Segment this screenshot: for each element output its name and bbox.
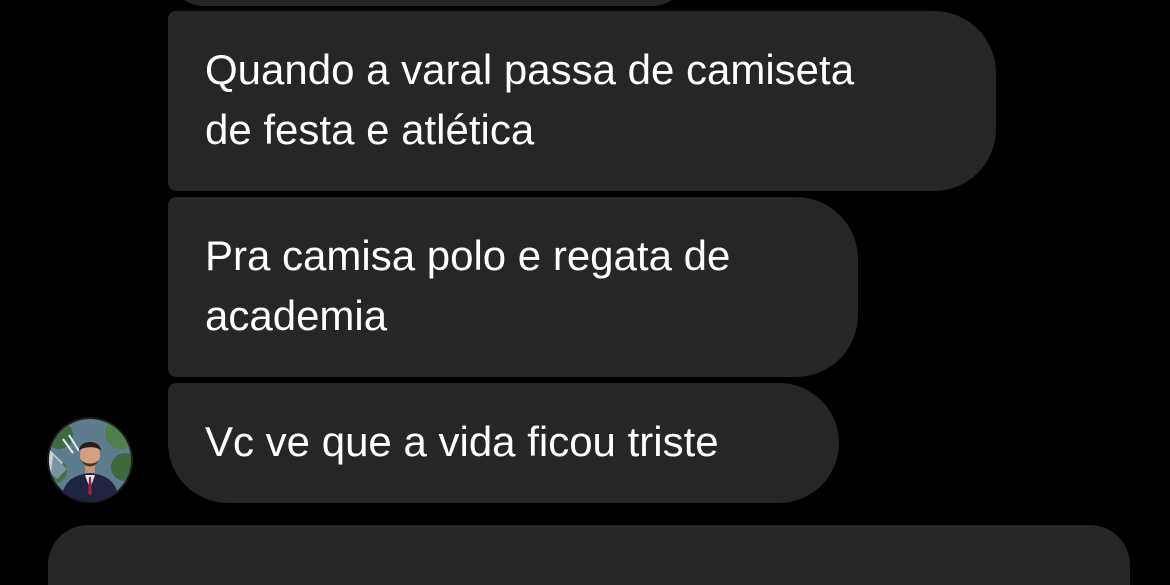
message-bubble[interactable]: Quando a varal passa de camiseta de fest… (168, 11, 996, 191)
message-text-line: Quando a varal passa de camiseta (205, 46, 855, 93)
message-bubble[interactable]: Pra camisa polo e regata de academia (168, 197, 858, 377)
message-text-line: Vc ve que a vida ficou triste (205, 418, 719, 465)
message-text-line: de festa e atlética (205, 106, 535, 153)
message-text-line: Pra camisa polo e regata de (205, 232, 731, 279)
message-text-line: academia (205, 292, 388, 339)
next-message-bubble[interactable] (48, 525, 1130, 585)
previous-message-bubble[interactable] (168, 0, 688, 6)
message-bubble[interactable]: Vc ve que a vida ficou triste (168, 383, 839, 503)
sender-avatar[interactable] (49, 419, 131, 501)
avatar-photo-icon (49, 419, 131, 501)
